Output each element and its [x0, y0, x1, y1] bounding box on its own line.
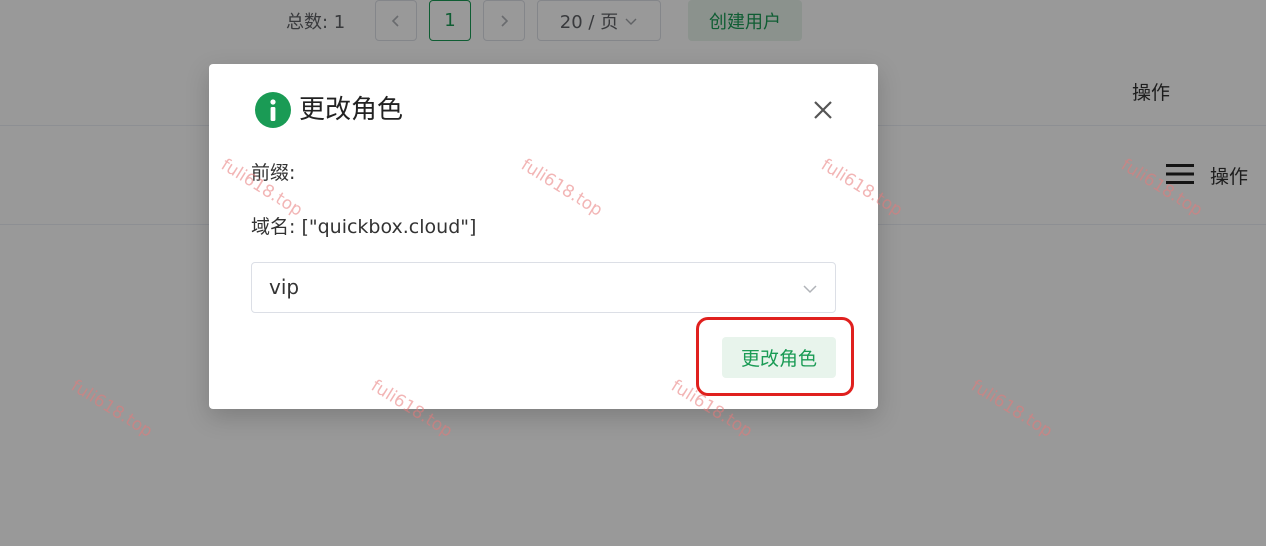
chevron-down-icon — [803, 285, 817, 294]
domain-text: 域名: ["quickbox.cloud"] — [251, 216, 477, 238]
role-select-value: vip — [269, 275, 300, 299]
role-select[interactable]: vip — [251, 262, 836, 313]
dialog-title: 更改角色 — [299, 95, 404, 125]
close-icon[interactable] — [809, 96, 837, 124]
prefix-text: 前缀: — [251, 162, 296, 184]
info-icon — [255, 92, 291, 128]
highlight-box — [696, 317, 854, 396]
